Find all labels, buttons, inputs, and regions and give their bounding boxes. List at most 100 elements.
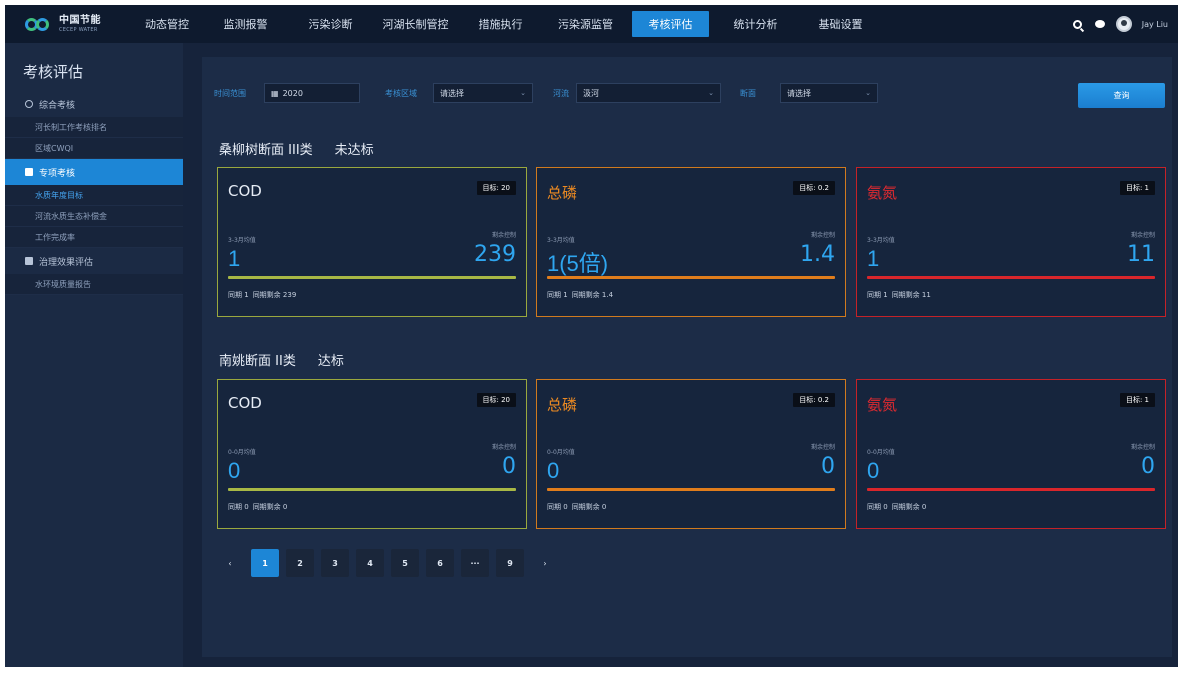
remaining-value: 1.4: [800, 242, 835, 267]
filter-bar: 时间范围 ▦ 2020 考核区域 请选择 ⌄ 河流 汲河 ⌄ 断面 请选择 ⌄: [202, 79, 1172, 109]
remaining-label: 剩余控制: [810, 232, 835, 239]
sidebar-group-comprehensive[interactable]: 综合考核: [5, 91, 183, 117]
chevron-down-icon: ⌄: [865, 89, 871, 97]
nav-item-monitoring-alarm[interactable]: 监测报警: [203, 5, 288, 43]
card-footer: 同期 0 同期剩余 0: [867, 503, 927, 511]
pagination: ‹ 1 2 3 4 5 6 ··· 9 ›: [216, 549, 559, 577]
average-label: 0-0月均值: [867, 449, 895, 456]
calendar-icon: ▦: [271, 88, 279, 98]
sidebar-group-effect[interactable]: 治理效果评估: [5, 248, 183, 274]
query-button[interactable]: 查询: [1078, 83, 1165, 108]
average-value: 0: [867, 458, 880, 483]
nav-item-measure-execution[interactable]: 措施执行: [458, 5, 543, 43]
nav-item-dynamic-control[interactable]: 动态管控: [135, 5, 203, 43]
sidebar-item-completion-rate[interactable]: 工作完成率: [5, 227, 183, 248]
nav-item-statistics[interactable]: 统计分析: [713, 5, 798, 43]
target-badge: 目标: 0.2: [793, 181, 835, 195]
next-page-button[interactable]: ›: [531, 549, 559, 577]
indicator-card-total-phosphorus: 总磷 目标: 0.2 0-0月均值 剩余控制 0 0 同期 0 同期剩余 0: [536, 379, 846, 529]
remaining-value: 0: [1141, 454, 1155, 479]
sidebar-item-cwqi[interactable]: 区域CWQI: [5, 138, 183, 159]
time-range-input[interactable]: ▦ 2020: [264, 83, 360, 103]
remaining-value: 0: [502, 454, 516, 479]
remaining-label: 剩余控制: [491, 444, 516, 451]
document-icon: [25, 257, 33, 265]
sidebar-group-special[interactable]: 专项考核: [5, 159, 183, 185]
area-select[interactable]: 请选择 ⌄: [433, 83, 533, 103]
message-icon[interactable]: [1094, 18, 1106, 30]
nav-item-pollution-diagnosis[interactable]: 污染诊断: [288, 5, 373, 43]
card-footer: 同期 1 同期剩余 239: [228, 291, 297, 299]
card-footer: 同期 0 同期剩余 0: [228, 503, 288, 511]
page-button-2[interactable]: 2: [286, 549, 314, 577]
average-value: 1: [228, 246, 241, 271]
remaining-label: 剩余控制: [1130, 232, 1155, 239]
page-button-3[interactable]: 3: [321, 549, 349, 577]
card-footer: 同期 0 同期剩余 0: [547, 503, 607, 511]
indicator-card-total-phosphorus: 总磷 目标: 0.2 3-3月均值 剩余控制 1(5倍) 1.4 同期 1 同期剩…: [536, 167, 846, 317]
nav-item-pollution-source[interactable]: 污染源监管: [543, 5, 628, 43]
remaining-value: 0: [821, 454, 835, 479]
sidebar-group-label: 治理效果评估: [39, 257, 94, 268]
average-label: 0-0月均值: [228, 449, 256, 456]
section-name: 南姚断面 II类: [219, 354, 296, 369]
indicator-name: 氨氮: [867, 396, 898, 414]
remaining-value: 239: [474, 242, 516, 267]
average-value: 1: [867, 246, 880, 271]
target-badge: 目标: 1: [1119, 393, 1155, 407]
indicator-card-cod: COD 目标: 20 3-3月均值 剩余控制 1 239 同期 1 同期剩余 23…: [217, 167, 527, 317]
indicator-name: 氨氮: [867, 184, 898, 202]
nav-item-assessment[interactable]: 考核评估: [632, 11, 709, 37]
average-value: 1(5倍): [547, 251, 609, 276]
progress-bar: [867, 276, 1155, 279]
username[interactable]: Jay Liu: [1142, 20, 1168, 29]
remaining-value: 11: [1127, 242, 1155, 267]
top-right-tools: Jay Liu: [1072, 5, 1168, 43]
sidebar-group-label: 专项考核: [39, 168, 76, 179]
nav-item-settings[interactable]: 基础设置: [798, 5, 883, 43]
average-label: 0-0月均值: [547, 449, 575, 456]
sidebar-item-water-report[interactable]: 水环境质量报告: [5, 274, 183, 295]
search-icon: [25, 100, 33, 108]
page-button-9[interactable]: 9: [496, 549, 524, 577]
chevron-down-icon: ⌄: [708, 89, 714, 97]
section-title: 南姚断面 II类 达标: [219, 350, 344, 369]
progress-bar: [867, 488, 1155, 491]
section-status: 未达标: [334, 143, 374, 158]
search-icon[interactable]: [1072, 18, 1084, 30]
page-ellipsis-button[interactable]: ···: [461, 549, 489, 577]
page-button-4[interactable]: 4: [356, 549, 384, 577]
page-button-1[interactable]: 1: [251, 549, 279, 577]
average-label: 3-3月均值: [867, 237, 895, 244]
page-button-6[interactable]: 6: [426, 549, 454, 577]
section-label: 断面: [740, 89, 756, 98]
section-select[interactable]: 请选择 ⌄: [780, 83, 878, 103]
avatar[interactable]: [1115, 16, 1132, 32]
sidebar-item-annual-target[interactable]: 水质年度目标: [5, 185, 183, 206]
sidebar-item-river-chief-ranking[interactable]: 河长制工作考核排名: [5, 117, 183, 138]
sidebar-group-label: 综合考核: [39, 100, 76, 111]
prev-page-button[interactable]: ‹: [216, 549, 244, 577]
target-badge: 目标: 0.2: [793, 393, 835, 407]
indicator-card-ammonia: 氨氮 目标: 1 0-0月均值 剩余控制 0 0 同期 0 同期剩余 0: [856, 379, 1166, 529]
remaining-label: 剩余控制: [491, 232, 516, 239]
chevron-down-icon: ⌄: [520, 89, 526, 97]
average-value: 0: [228, 458, 241, 483]
main-nav: 动态管控 监测报警 污染诊断 河湖长制管控 措施执行 污染源监管 考核评估 统计…: [135, 5, 883, 43]
river-label: 河流: [553, 89, 569, 98]
indicator-name: 总磷: [547, 396, 578, 414]
river-select[interactable]: 汲河 ⌄: [576, 83, 721, 103]
remaining-label: 剩余控制: [810, 444, 835, 451]
card-footer: 同期 1 同期剩余 11: [867, 291, 931, 299]
average-label: 3-3月均值: [228, 237, 256, 244]
logo-subtitle: CECEP WATER: [59, 26, 98, 33]
target-badge: 目标: 20: [476, 393, 516, 407]
sidebar-item-eco-compensation[interactable]: 河流水质生态补偿金: [5, 206, 183, 227]
indicator-name: COD: [228, 394, 262, 412]
nav-item-river-chief-control[interactable]: 河湖长制管控: [373, 5, 458, 43]
logo-title: 中国节能: [59, 14, 101, 26]
sidebar: 考核评估 综合考核 河长制工作考核排名 区域CWQI 专项考核 水质年度目标 河…: [5, 43, 183, 667]
area-label: 考核区域: [385, 89, 417, 98]
top-navigation: 中国节能 CECEP WATER 动态管控 监测报警 污染诊断 河湖长制管控 措…: [5, 5, 1178, 43]
page-button-5[interactable]: 5: [391, 549, 419, 577]
